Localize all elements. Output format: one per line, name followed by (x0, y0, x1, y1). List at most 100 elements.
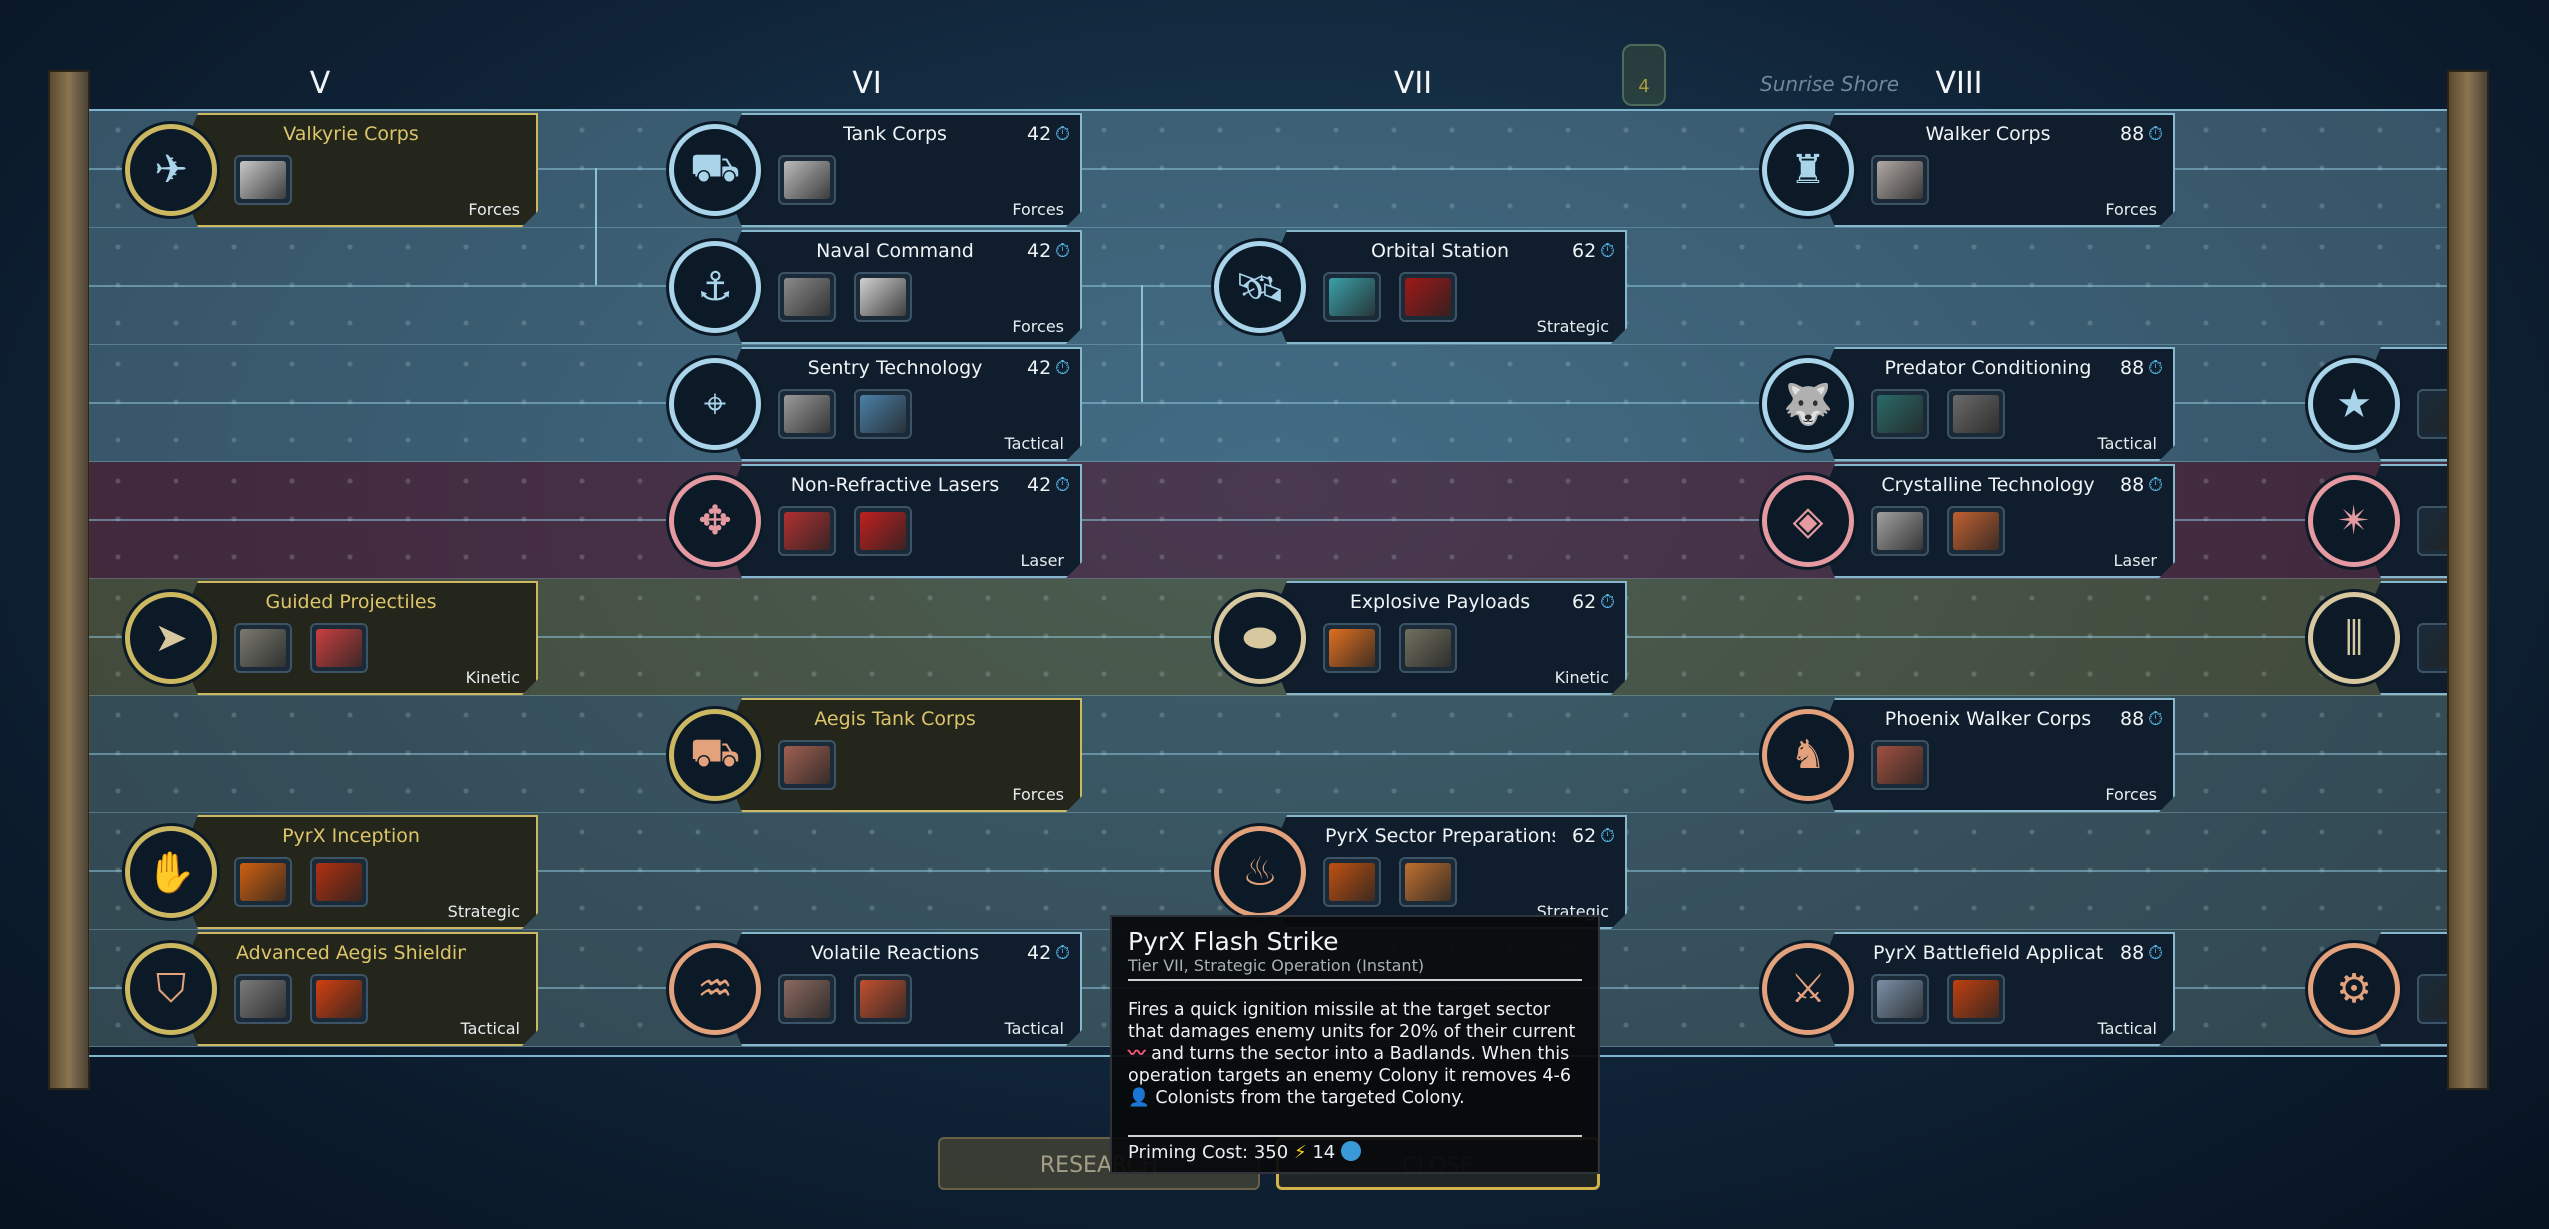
item-image (1329, 629, 1375, 667)
item-image (784, 980, 830, 1018)
unlock-item-thumbnail[interactable] (234, 857, 292, 907)
unlock-item-thumbnail[interactable] (854, 389, 912, 439)
energy-icon: ⚡ (1293, 1142, 1307, 1163)
item-image (1877, 161, 1923, 199)
tech-card[interactable]: Phoenix Walker Corps 88 ⏱ Forces (1811, 698, 2175, 812)
tech-card[interactable]: Aegis Tank Corps Forces (718, 698, 1082, 812)
missile-icon: ➤ (125, 592, 217, 684)
unlock-item-thumbnail[interactable] (1871, 740, 1929, 790)
unlock-item-thumbnail[interactable] (2417, 623, 2447, 673)
unlock-item-thumbnail[interactable] (1947, 506, 2005, 556)
tech-card[interactable]: Valkyrie Corps Forces (174, 113, 538, 227)
tech-category: Forces (1012, 785, 1064, 804)
unlock-item-thumbnail[interactable] (1399, 272, 1457, 322)
tech-category: Forces (1012, 200, 1064, 219)
unlock-item-thumbnail[interactable] (1323, 272, 1381, 322)
stopwatch-icon: ⏱ (2148, 942, 2163, 964)
tech-title: Guided Projectiles (265, 591, 437, 613)
tech-title: Explosive Payloads (1349, 591, 1531, 613)
starburst-icon: ✴ (2308, 475, 2400, 567)
tech-category: Kinetic (465, 668, 520, 687)
tech-card[interactable]: PyrX Sector Preparations 62 ⏱ Strategic (1263, 815, 1627, 929)
unlock-item-thumbnail[interactable] (1399, 623, 1457, 673)
unlock-item-thumbnail[interactable] (778, 506, 836, 556)
unlock-item-thumbnail[interactable] (1871, 506, 1929, 556)
item-image (1877, 512, 1923, 550)
item-image (1329, 278, 1375, 316)
unlock-item-thumbnail[interactable] (2417, 506, 2447, 556)
tech-card[interactable]: Predator Conditioning 88 ⏱ Tactical (1811, 347, 2175, 461)
tech-category: Forces (468, 200, 520, 219)
unlock-item-thumbnail[interactable] (310, 857, 368, 907)
tech-category: Tactical (2097, 434, 2157, 453)
tech-card[interactable]: Guided Projectiles Kinetic (174, 581, 538, 695)
tech-card[interactable]: Non-Refractive Lasers 42 ⏱ Laser (718, 464, 1082, 578)
unlock-item-thumbnail[interactable] (854, 974, 912, 1024)
unlock-item-thumbnail[interactable] (2417, 974, 2447, 1024)
tech-card[interactable]: Naval Command 42 ⏱ Forces (718, 230, 1082, 344)
tech-card[interactable]: PyrX Battlefield Applications 88⏱ Tactical (1811, 932, 2175, 1046)
unlock-item-thumbnail[interactable] (778, 155, 836, 205)
tier-header-v: V (309, 66, 331, 101)
tech-title: Crystalline Technology (1881, 474, 2095, 496)
tech-card[interactable]: Orbital Station 62 ⏱ Strategic (1263, 230, 1627, 344)
tech-title: Volatile Reactions (810, 942, 980, 964)
item-image (1877, 980, 1923, 1018)
unlock-item-thumbnail[interactable] (1947, 389, 2005, 439)
item-image (860, 512, 906, 550)
unlock-item-thumbnail[interactable] (310, 623, 368, 673)
unlock-items (1871, 740, 1929, 790)
tech-card[interactable]: Advanced Aegis Shielding Tactical (174, 932, 538, 1046)
unlock-item-thumbnail[interactable] (310, 974, 368, 1024)
tech-card[interactable]: Walker Corps 88 ⏱ Forces (1811, 113, 2175, 227)
item-image (860, 980, 906, 1018)
tech-title: Advanced Aegis Shielding (236, 942, 466, 964)
unlock-item-thumbnail[interactable] (778, 389, 836, 439)
item-image (860, 278, 906, 316)
unlock-item-thumbnail[interactable] (1323, 623, 1381, 673)
tech-title: Tank Corps (843, 123, 947, 145)
unlock-item-thumbnail[interactable] (778, 740, 836, 790)
unlock-item-thumbnail[interactable] (2417, 389, 2447, 439)
unlock-item-thumbnail[interactable] (854, 272, 912, 322)
unlock-item-thumbnail[interactable] (854, 506, 912, 556)
item-image (784, 278, 830, 316)
tech-category: Tactical (1004, 1019, 1064, 1038)
tier-header-viii: VIII (1935, 66, 1983, 101)
unlock-item-thumbnail[interactable] (1399, 857, 1457, 907)
item-image (1953, 512, 1999, 550)
warhead-icon: ⬬ (1214, 592, 1306, 684)
unlock-item-thumbnail[interactable] (234, 623, 292, 673)
cost-value: 88 (2119, 474, 2145, 496)
unlock-items (1871, 506, 2005, 556)
unlock-item-thumbnail[interactable] (1323, 857, 1381, 907)
unlock-item-thumbnail[interactable] (1947, 974, 2005, 1024)
tech-category: Laser (1020, 551, 1064, 570)
unlock-item-thumbnail[interactable] (1871, 389, 1929, 439)
unlock-item-thumbnail[interactable] (1871, 974, 1929, 1024)
unlock-item-thumbnail[interactable] (1871, 155, 1929, 205)
unlock-item-thumbnail[interactable] (778, 272, 836, 322)
item-image (1953, 980, 1999, 1018)
tech-title: PyrX Battlefield Applications (1873, 942, 2103, 964)
tech-category: Laser (2113, 551, 2157, 570)
tech-card[interactable]: Crystalline Technology 88 ⏱ Laser (1811, 464, 2175, 578)
item-image (1877, 395, 1923, 433)
unlock-item-thumbnail[interactable] (234, 974, 292, 1024)
tooltip-subtitle: Tier VII, Strategic Operation (Instant) (1128, 956, 1582, 981)
tech-card[interactable]: Tank Corps 42 ⏱ Forces (718, 113, 1082, 227)
item-image (240, 863, 286, 901)
cost-value: 42 (1026, 474, 1052, 496)
connector-line (595, 168, 597, 285)
tech-card[interactable]: Explosive Payloads 62 ⏱ Kinetic (1263, 581, 1627, 695)
unlock-item-thumbnail[interactable] (234, 155, 292, 205)
tech-title: Aegis Tank Corps (814, 708, 976, 730)
tech-card[interactable]: Volatile Reactions 42 ⏱ Tactical (718, 932, 1082, 1046)
cost-value: 42 (1026, 942, 1052, 964)
tier-header-vi: VI (852, 66, 882, 101)
tech-card[interactable]: Sentry Technology 42 ⏱ Tactical (718, 347, 1082, 461)
cost-value: 88 (2119, 708, 2145, 730)
tech-card[interactable]: PyrX Inception Strategic (174, 815, 538, 929)
unlock-item-thumbnail[interactable] (778, 974, 836, 1024)
left-frame (48, 70, 90, 1090)
